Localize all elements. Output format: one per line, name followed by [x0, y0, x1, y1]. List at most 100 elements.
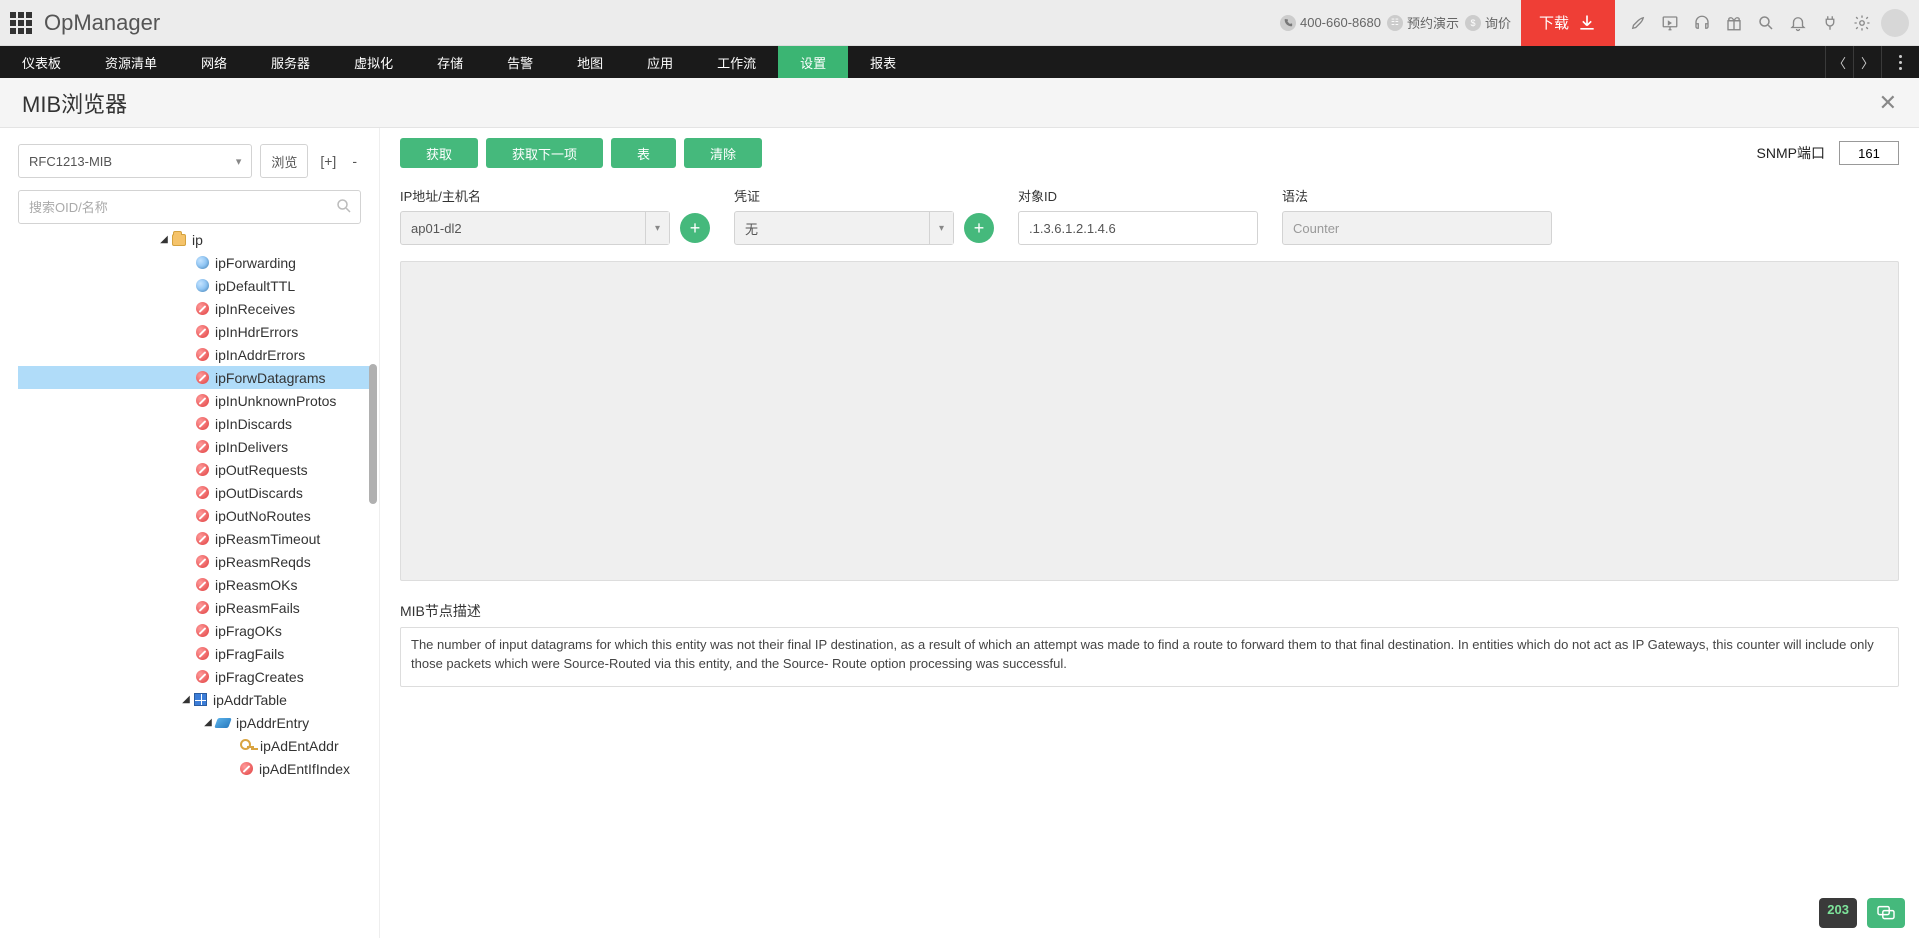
readonly-icon — [196, 417, 209, 430]
phone-badge[interactable]: 400-660-8680 — [1280, 15, 1381, 31]
apps-grid-icon[interactable] — [10, 12, 32, 34]
collapse-icon[interactable]: ◢ — [178, 694, 194, 705]
mib-tree: ◢ ip ipForwardingipDefaultTTLipInReceive… — [18, 228, 373, 780]
scalar-icon — [196, 279, 209, 292]
table-button[interactable]: 表 — [611, 138, 676, 168]
search-icon[interactable] — [1753, 10, 1779, 36]
readonly-icon — [196, 394, 209, 407]
snmp-port-input[interactable] — [1839, 141, 1899, 165]
oid-input[interactable]: .1.3.6.1.2.1.4.6 — [1018, 211, 1258, 245]
avatar[interactable] — [1881, 9, 1909, 37]
tree-node-ipreasmreqds[interactable]: ipReasmReqds — [18, 550, 373, 573]
cred-label: 凭证 — [734, 186, 994, 205]
tree-node-ipindelivers[interactable]: ipInDelivers — [18, 435, 373, 458]
tree-node-ipoutnoroutes[interactable]: ipOutNoRoutes — [18, 504, 373, 527]
readonly-icon — [196, 555, 209, 568]
tree-node-ipreasmoks[interactable]: ipReasmOKs — [18, 573, 373, 596]
host-label: IP地址/主机名 — [400, 186, 710, 205]
nav-item-0[interactable]: 仪表板 — [0, 46, 83, 78]
tree-node-ipadentifindex[interactable]: ipAdEntIfIndex — [18, 757, 373, 780]
bell-icon[interactable] — [1785, 10, 1811, 36]
tree-node-ipoutrequests[interactable]: ipOutRequests — [18, 458, 373, 481]
main-content: 获取 获取下一项 表 清除 SNMP端口 IP地址/主机名 ap01-dl2 ▾… — [380, 128, 1919, 938]
tree-node-ipdefaultttl[interactable]: ipDefaultTTL — [18, 274, 373, 297]
tree-node-ipoutdiscards[interactable]: ipOutDiscards — [18, 481, 373, 504]
scalar-icon — [196, 256, 209, 269]
readonly-icon — [196, 647, 209, 660]
nav-item-2[interactable]: 网络 — [179, 46, 249, 78]
alarm-count-badge[interactable]: 203 — [1819, 898, 1857, 928]
collapse-all[interactable]: - — [348, 153, 361, 169]
brand-title: OpManager — [44, 10, 160, 36]
nav-next[interactable]: 〉 — [1853, 46, 1881, 78]
syntax-label: 语法 — [1282, 186, 1552, 205]
tree-node-ipfragcreates[interactable]: ipFragCreates — [18, 665, 373, 688]
cred-select[interactable]: 无 ▾ — [734, 211, 954, 245]
gift-icon[interactable] — [1721, 10, 1747, 36]
tree-node-ipreasmtimeout[interactable]: ipReasmTimeout — [18, 527, 373, 550]
tree-node-ipinhdrerrors[interactable]: ipInHdrErrors — [18, 320, 373, 343]
nav-item-6[interactable]: 告警 — [485, 46, 555, 78]
tree-node-ipreasmfails[interactable]: ipReasmFails — [18, 596, 373, 619]
nav-item-9[interactable]: 工作流 — [695, 46, 778, 78]
readonly-icon — [196, 486, 209, 499]
download-icon — [1577, 13, 1597, 33]
readonly-icon — [196, 440, 209, 453]
clear-button[interactable]: 清除 — [684, 138, 762, 168]
tree-node-ipfragfails[interactable]: ipFragFails — [18, 642, 373, 665]
tree-node-ipadentaddr[interactable]: ipAdEntAddr — [18, 734, 373, 757]
gear-icon[interactable] — [1849, 10, 1875, 36]
browse-button[interactable]: 浏览 — [260, 144, 308, 178]
chat-button[interactable] — [1867, 898, 1905, 928]
tree-node-ipfragoks[interactable]: ipFragOKs — [18, 619, 373, 642]
nav-item-1[interactable]: 资源清单 — [83, 46, 179, 78]
topbar: OpManager 400-660-8680 ☷ 预约演示 $ 询价 下载 — [0, 0, 1919, 46]
readonly-icon — [196, 371, 209, 384]
download-button[interactable]: 下载 — [1521, 0, 1615, 46]
nav-item-7[interactable]: 地图 — [555, 46, 625, 78]
monitor-icon[interactable] — [1657, 10, 1683, 36]
get-next-button[interactable]: 获取下一项 — [486, 138, 603, 168]
nav-item-5[interactable]: 存储 — [415, 46, 485, 78]
tree-table-ipaddrtable[interactable]: ◢ ipAddrTable — [18, 688, 373, 711]
scrollbar-thumb[interactable] — [369, 364, 377, 504]
folder-icon — [172, 234, 186, 246]
nav-item-4[interactable]: 虚拟化 — [332, 46, 415, 78]
demo-link[interactable]: ☷ 预约演示 — [1387, 13, 1459, 32]
phone-number: 400-660-8680 — [1300, 15, 1381, 30]
nav-item-8[interactable]: 应用 — [625, 46, 695, 78]
nav-item-3[interactable]: 服务器 — [249, 46, 332, 78]
readonly-icon — [196, 670, 209, 683]
quote-link[interactable]: $ 询价 — [1465, 13, 1511, 32]
tree-node-ipinunknownprotos[interactable]: ipInUnknownProtos — [18, 389, 373, 412]
rocket-icon[interactable] — [1625, 10, 1651, 36]
headset-icon[interactable] — [1689, 10, 1715, 36]
nav-item-10[interactable]: 设置 — [778, 46, 848, 78]
tree-node-ipindiscards[interactable]: ipInDiscards — [18, 412, 373, 435]
nav-prev[interactable]: 〈 — [1825, 46, 1853, 78]
tree-node-ipforwdatagrams[interactable]: ipForwDatagrams — [18, 366, 373, 389]
mib-select[interactable]: RFC1213-MIB — [18, 144, 252, 178]
plug-icon[interactable] — [1817, 10, 1843, 36]
tree-folder-ip[interactable]: ◢ ip — [18, 228, 373, 251]
close-icon[interactable]: ✕ — [1879, 90, 1897, 116]
host-select[interactable]: ap01-dl2 ▾ — [400, 211, 670, 245]
nav-more[interactable] — [1881, 46, 1919, 78]
nav-item-11[interactable]: 报表 — [848, 46, 918, 78]
tree-node-ipinaddrerrors[interactable]: ipInAddrErrors — [18, 343, 373, 366]
add-host-button[interactable]: + — [680, 213, 710, 243]
entry-icon — [214, 718, 232, 728]
add-cred-button[interactable]: + — [964, 213, 994, 243]
expand-all[interactable]: [+] — [316, 153, 340, 169]
tree-entry-ipaddrentry[interactable]: ◢ ipAddrEntry — [18, 711, 373, 734]
dollar-icon: $ — [1465, 15, 1481, 31]
search-input[interactable] — [18, 190, 361, 224]
syntax-output: Counter — [1282, 211, 1552, 245]
collapse-icon[interactable]: ◢ — [156, 234, 172, 245]
readonly-icon — [196, 348, 209, 361]
get-button[interactable]: 获取 — [400, 138, 478, 168]
tree-node-ipinreceives[interactable]: ipInReceives — [18, 297, 373, 320]
readonly-icon — [196, 578, 209, 591]
readonly-icon — [196, 601, 209, 614]
tree-node-ipforwarding[interactable]: ipForwarding — [18, 251, 373, 274]
